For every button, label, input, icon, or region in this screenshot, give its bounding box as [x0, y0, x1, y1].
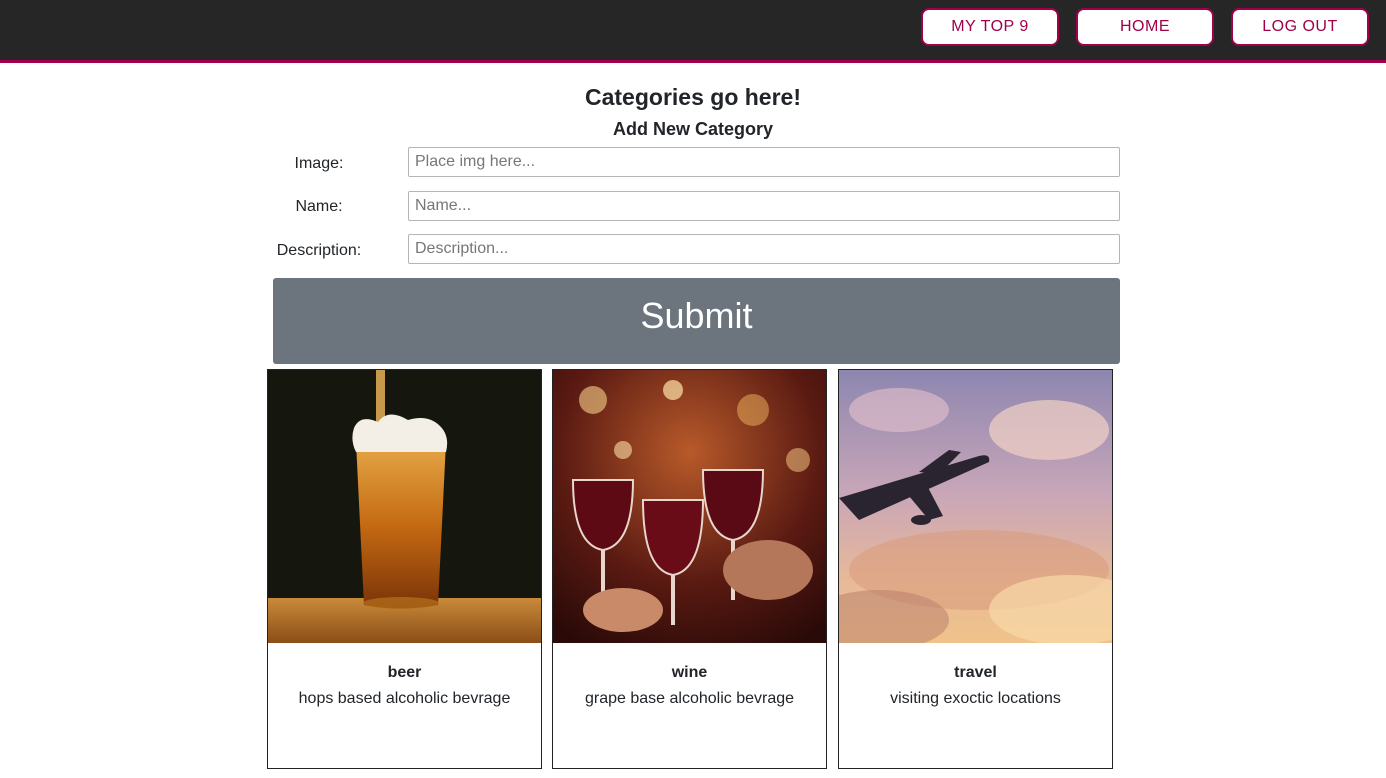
airplane-sky-photo	[839, 370, 1112, 643]
description-input[interactable]	[408, 234, 1120, 264]
form-title: Add New Category	[612, 119, 774, 139]
submit-button[interactable]: Submit	[273, 278, 1120, 364]
category-card-travel[interactable]: travel visiting exoctic locations	[838, 369, 1113, 769]
category-name: beer	[387, 664, 422, 681]
beer-glass-photo	[268, 370, 541, 643]
category-description: grape base alcoholic bevrage	[584, 690, 795, 707]
home-button[interactable]: HOME	[1076, 8, 1214, 46]
description-label: Description:	[276, 242, 362, 259]
category-card-wine[interactable]: wine grape base alcoholic bevrage	[552, 369, 827, 769]
image-label: Image:	[294, 155, 344, 172]
category-description: hops based alcoholic bevrage	[298, 690, 511, 707]
wine-glasses-photo	[553, 370, 826, 643]
log-out-button[interactable]: LOG OUT	[1231, 8, 1369, 46]
category-name: travel	[954, 664, 997, 681]
my-top-9-button[interactable]: MY TOP 9	[921, 8, 1059, 46]
name-input[interactable]	[408, 191, 1120, 221]
top-navbar: MY TOP 9 HOME LOG OUT	[0, 0, 1386, 63]
name-label: Name:	[295, 198, 343, 215]
category-card-beer[interactable]: beer hops based alcoholic bevrage	[267, 369, 542, 769]
image-input[interactable]	[408, 147, 1120, 177]
category-name: wine	[671, 664, 708, 681]
category-description: visiting exoctic locations	[890, 690, 1061, 707]
page-title: Categories go here!	[585, 84, 801, 110]
